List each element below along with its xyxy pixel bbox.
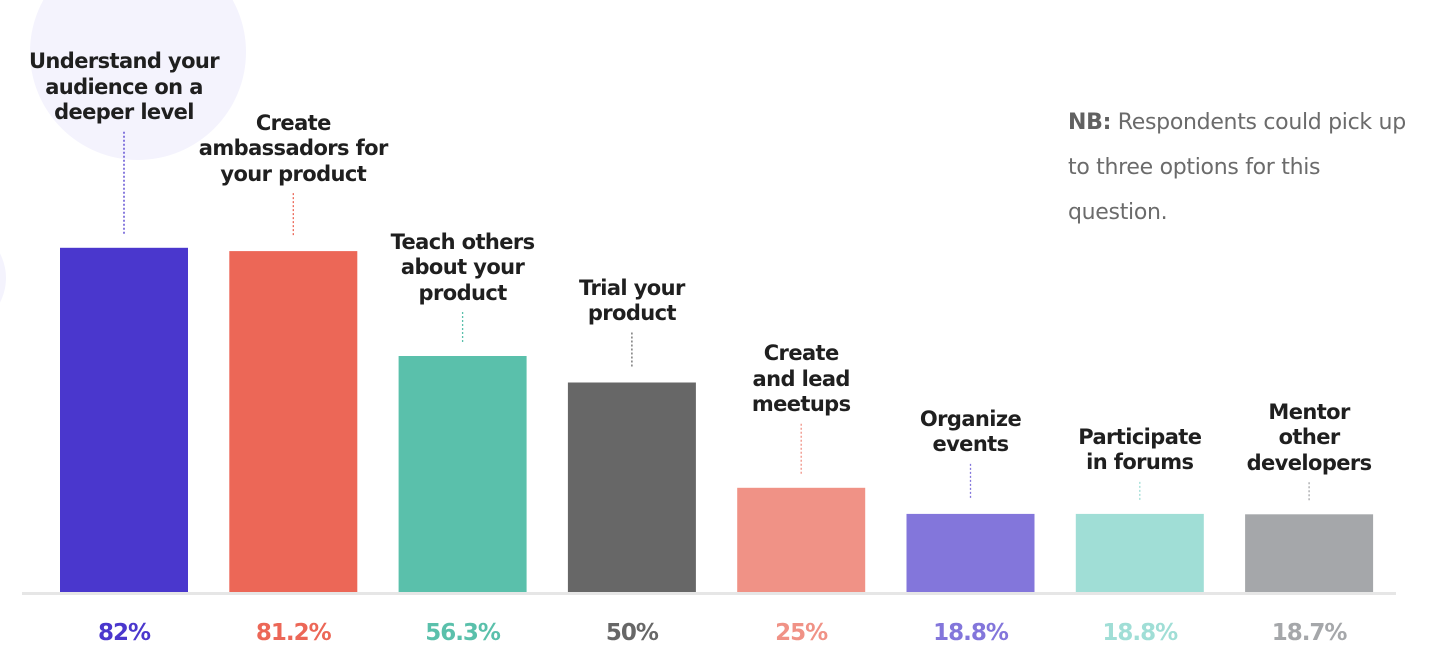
bar-2	[229, 251, 358, 593]
annotation-note: NB: Respondents could pick up to three o…	[1068, 100, 1408, 235]
category-label-2: Create ambassadors for your product	[198, 110, 389, 186]
value-label-6: 18.8%	[933, 620, 1009, 646]
bar-1	[60, 247, 188, 594]
value-label-8: 18.7%	[1271, 620, 1348, 646]
value-label-2: 81.2%	[255, 620, 332, 646]
bar-7	[1075, 513, 1204, 593]
value-label-5: 25%	[775, 620, 828, 646]
bar-6	[906, 513, 1035, 593]
value-label-1: 82%	[97, 620, 151, 646]
note-text: Respondents could pick up to three optio…	[1068, 110, 1406, 225]
note-bold-prefix: NB:	[1068, 110, 1112, 135]
category-label-4: Trial your product	[579, 275, 685, 326]
value-label-7: 18.8%	[1102, 620, 1178, 646]
category-label-8: Mentor other developers	[1246, 399, 1373, 475]
bar-8	[1245, 514, 1374, 593]
bar-5	[737, 487, 866, 594]
value-label-4: 50%	[605, 620, 659, 646]
bar-3	[398, 356, 527, 593]
value-label-3: 56.3%	[425, 620, 501, 646]
bar-4	[567, 382, 696, 593]
